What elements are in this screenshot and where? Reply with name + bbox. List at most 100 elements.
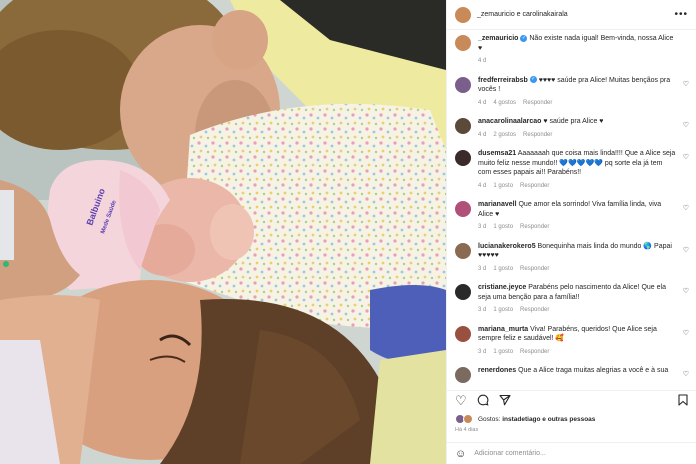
comment-time: 4 d [478,182,487,189]
comment-item: _zemauricio ✓ Não existe nada igual! Bem… [447,34,696,67]
author-avatar[interactable] [455,6,471,23]
heart-icon[interactable]: ♡ [455,394,467,407]
comment-item: lucianakerokero5 Bonequinha mais linda d… [447,242,696,275]
reply-button[interactable]: Responder [520,266,549,272]
avatar[interactable] [455,325,471,342]
comment-username[interactable]: dusemsa21 [478,150,516,157]
post-side-panel: _zemauricio e carolinakairala ••• _zemau… [446,0,696,464]
comment-username[interactable]: fredferreirabsb [478,77,528,84]
avatar[interactable] [455,76,471,93]
comment-body: fredferreirabsb ✓ ♥♥♥♥ saúde pra Alice! … [478,76,676,109]
comment-body: dusemsa21 Aaaaaaah que coisa mais linda!… [478,149,676,191]
comment-time: 3 d [478,265,487,272]
comment-meta: 4 d 2 gostos Responder [478,131,676,141]
comment-likes[interactable]: 4 gostos [493,100,516,106]
likes-summary: Gostos: instadetiago e outras pessoas [455,414,688,424]
comment-time: 3 d [478,348,487,355]
comment-item: marianavell Que amor ela sorrindo! Viva … [447,200,696,233]
comment-like-icon[interactable]: ♡ [683,80,689,88]
comment-body: anacarolinaalarcao ♥ saúde pra Alice ♥ 4 … [478,117,676,140]
comment-likes[interactable]: 1 gosto [493,183,513,189]
avatar[interactable] [455,367,471,383]
comment-item: anacarolinaalarcao ♥ saúde pra Alice ♥ 4 … [447,117,696,140]
comment-username[interactable]: lucianakerokero5 [478,243,536,250]
comment-time: 4 d [478,99,487,106]
comment-meta: 4 d 4 gostos Responder [478,99,676,109]
more-icon[interactable]: ••• [674,9,688,20]
reply-button[interactable]: Responder [520,224,549,230]
avatar[interactable] [455,284,471,300]
comment-body: mariana_murta Viva! Parabéns, queridos! … [478,325,676,358]
reply-button[interactable]: Responder [520,307,549,313]
comment-likes[interactable]: 1 gosto [493,307,513,313]
avatar [463,414,473,424]
reply-button[interactable]: Responder [523,100,552,106]
avatar[interactable] [455,201,471,217]
emoji-icon[interactable]: ☺ [455,448,466,460]
comment-like-icon[interactable]: ♡ [683,287,689,295]
comment-body: _zemauricio ✓ Não existe nada igual! Bem… [478,34,676,67]
comment-input[interactable]: Adicionar comentário... [474,450,546,457]
comment-body: marianavell Que amor ela sorrindo! Viva … [478,200,676,233]
comment-item: mariana_murta Viva! Parabéns, queridos! … [447,325,696,358]
comment-time: 3 d [478,224,487,230]
verified-badge-icon: ✓ [520,34,528,42]
comment-meta: 3 d 1 gosto Responder [478,306,676,316]
action-bar: ♡ [447,390,696,410]
comment-item: dusemsa21 Aaaaaaah que coisa mais linda!… [447,149,696,191]
comment-meta: 3 d 1 gosto Responder [478,265,676,275]
reply-button[interactable]: Responder [523,132,552,138]
comment-text: ♥ saúde pra Alice ♥ [543,118,604,125]
verified-badge-icon: ✓ [529,76,537,84]
comment-username[interactable]: _zemauricio [478,35,518,42]
comment-likes[interactable]: 1 gosto [493,349,513,355]
comment-meta: 4 d 1 gosto Responder [478,182,676,192]
comment-icon[interactable] [477,394,489,408]
reply-button[interactable]: Responder [520,349,549,355]
liker-avatars [455,414,475,424]
comment-item: renerdones Que a Alice traga muitas aleg… [447,366,696,383]
comment-username[interactable]: renerdones [478,367,516,374]
comment-username[interactable]: anacarolinaalarcao [478,118,541,125]
comment-time: 3 d [478,307,487,313]
comment-like-icon[interactable]: ♡ [683,329,689,337]
post-time: Há 4 dias [455,427,479,433]
comment-likes[interactable]: 1 gosto [493,224,513,230]
comment-likes[interactable]: 1 gosto [493,266,513,272]
comment-time: 4 d [478,131,487,138]
add-comment-bar: ☺ Adicionar comentário... [447,442,696,464]
post-header: _zemauricio e carolinakairala ••• [447,0,696,30]
share-icon[interactable] [499,394,511,408]
comment-item: cristiane.jeyce Parabéns pelo nascimento… [447,283,696,316]
post-author[interactable]: _zemauricio e carolinakairala [477,11,568,18]
avatar[interactable] [455,150,471,166]
comment-body: cristiane.jeyce Parabéns pelo nascimento… [478,283,676,316]
reply-button[interactable]: Responder [520,183,549,189]
photo-artwork: Balbuino Mede Saúde [0,0,446,464]
comment-like-icon[interactable]: ♡ [683,246,689,254]
bookmark-icon[interactable] [678,393,688,408]
comment-like-icon[interactable]: ♡ [683,204,689,212]
comment-username[interactable]: marianavell [478,201,517,208]
avatar[interactable] [455,242,471,259]
comment-body: renerdones Que a Alice traga muitas aleg… [478,366,676,383]
post-photo[interactable]: Balbuino Mede Saúde [0,0,446,464]
comment-like-icon[interactable]: ♡ [683,153,689,161]
comment-meta: 3 d 1 gosto Responder [478,348,676,358]
comment-like-icon[interactable]: ♡ [683,121,689,129]
comment-meta: 3 d 1 gosto Responder [478,223,676,233]
avatar[interactable] [455,35,471,51]
comment-likes[interactable]: 2 gostos [493,132,516,138]
likes-text[interactable]: instadetiago e outras pessoas [502,416,595,423]
avatar[interactable] [455,118,471,134]
likes-prefix: Gostos: [478,415,501,423]
comment-meta: 4 d [478,57,676,67]
comment-body: lucianakerokero5 Bonequinha mais linda d… [478,242,676,275]
comment-like-icon[interactable]: ♡ [683,370,689,378]
comment-item: fredferreirabsb ✓ ♥♥♥♥ saúde pra Alice! … [447,76,696,109]
comment-username[interactable]: mariana_murta [478,326,528,333]
comment-time: 4 d [478,58,487,64]
comment-username[interactable]: cristiane.jeyce [478,284,526,291]
comment-list[interactable]: _zemauricio ✓ Não existe nada igual! Bem… [447,34,696,384]
comment-text: Que a Alice traga muitas alegrias a você… [518,367,669,374]
